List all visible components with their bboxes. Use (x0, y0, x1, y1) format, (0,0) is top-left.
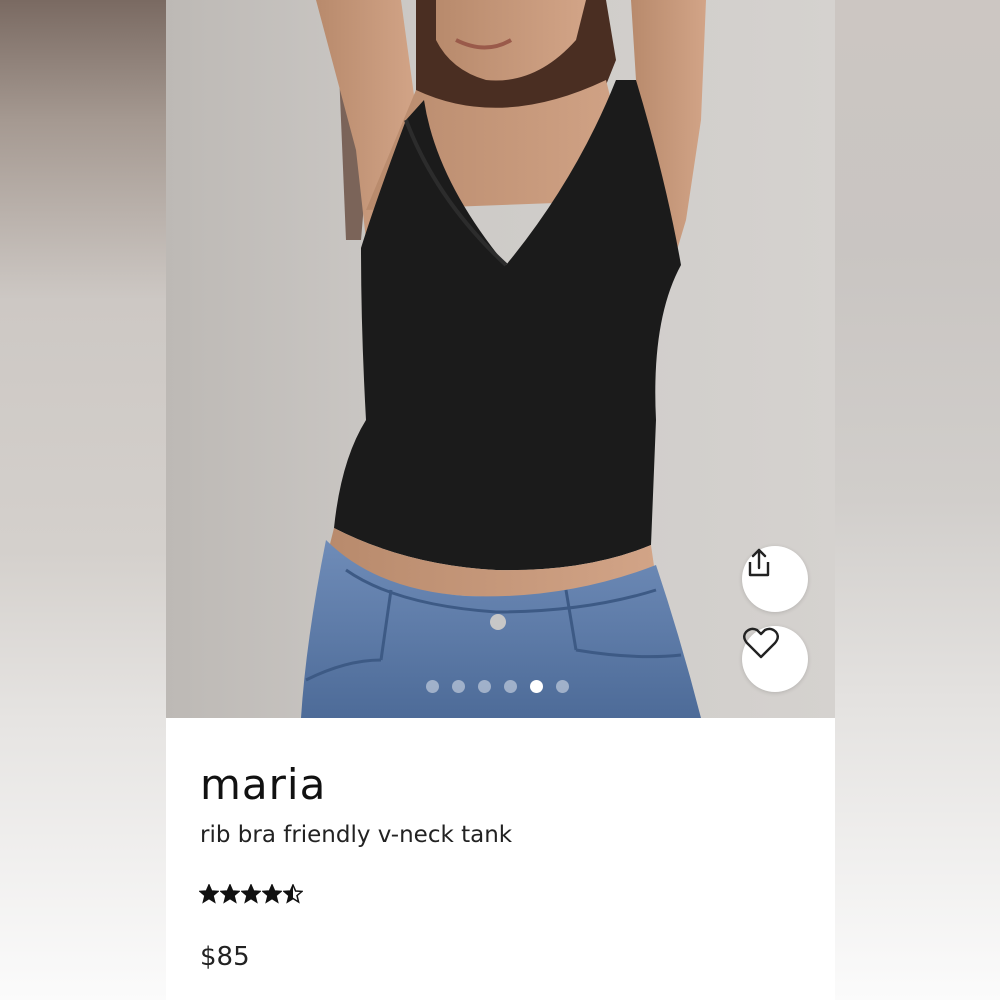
gallery-dot[interactable] (426, 679, 439, 693)
brand-name[interactable]: maria (200, 760, 326, 809)
star-full-icon (262, 884, 282, 904)
share-icon (748, 548, 770, 577)
product-title[interactable]: rib bra friendly v-neck tank (200, 822, 512, 848)
product-card[interactable]: maria rib bra friendly v-neck tank $85 (166, 0, 835, 1000)
product-image[interactable] (166, 0, 835, 718)
product-info: maria rib bra friendly v-neck tank $85 (166, 718, 835, 1000)
gallery-dot[interactable] (478, 679, 491, 693)
gallery-dot[interactable] (504, 679, 517, 693)
heart-icon (743, 627, 779, 659)
share-button[interactable] (742, 546, 808, 612)
model-photo-illustration (301, 0, 706, 718)
star-full-icon (199, 884, 219, 904)
gallery-dot[interactable] (530, 679, 543, 693)
gallery-pagination[interactable] (426, 679, 569, 693)
star-half-icon (283, 884, 303, 904)
star-full-icon (220, 884, 240, 904)
favorite-button[interactable] (742, 626, 808, 692)
star-full-icon (241, 884, 261, 904)
product-price: $85 (200, 942, 250, 972)
rating-stars[interactable] (199, 884, 303, 904)
backdrop-right (834, 0, 1000, 1000)
gallery-dot[interactable] (452, 679, 465, 693)
gallery-dot[interactable] (556, 679, 569, 693)
backdrop-left (0, 0, 166, 1000)
